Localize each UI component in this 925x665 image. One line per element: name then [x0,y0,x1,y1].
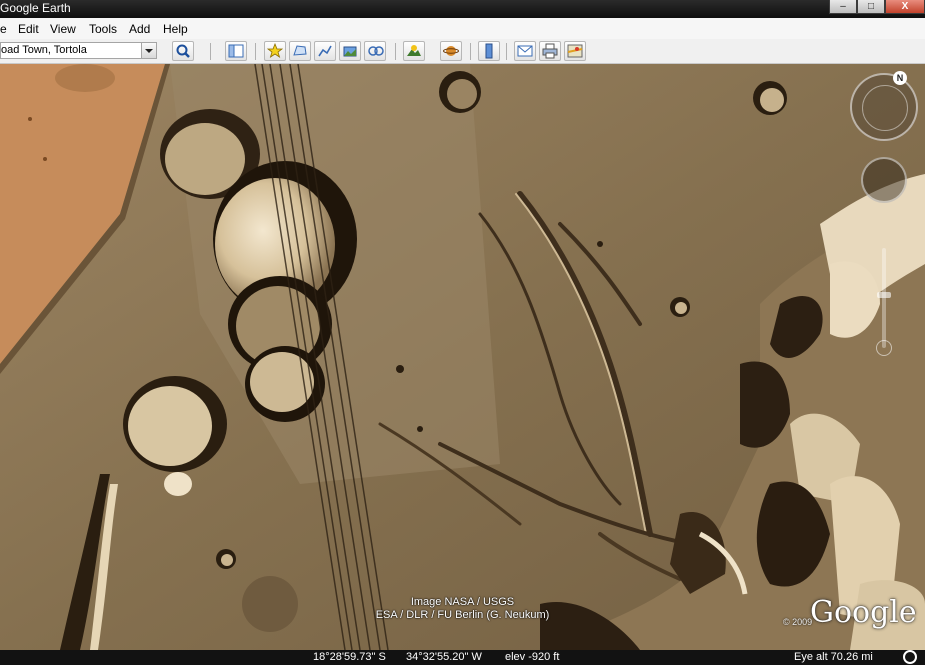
record-tour-icon [368,46,384,56]
title-bar: Google Earth – □ X [0,0,925,18]
compass-north-icon[interactable]: N [893,71,907,85]
toolbar-divider [395,43,396,60]
close-button[interactable]: X [885,0,925,14]
copyright-text: © 2009 [783,617,813,627]
add-polygon-button[interactable] [289,41,311,61]
print-icon [542,43,558,59]
zoom-out-button[interactable] [876,340,892,356]
ruler-button[interactable] [478,41,500,61]
menu-bar: e Edit View Tools Add Help [0,18,925,40]
search-dropdown-button[interactable] [141,43,156,58]
longitude-readout: 34°32'55.20" W [406,651,482,663]
mars-terrain[interactable] [0,64,925,650]
window-controls: – □ X [829,0,925,14]
google-logo: Google [810,595,917,630]
chevron-down-icon [145,49,153,53]
menu-view[interactable]: View [50,22,76,36]
navigation-ring[interactable] [850,73,918,141]
menu-edit[interactable]: Edit [18,22,39,36]
menu-file[interactable]: e [0,22,7,36]
sidebar-toggle-button[interactable] [225,41,247,61]
email-icon [517,45,533,57]
maximize-button[interactable]: □ [857,0,885,14]
sunlight-icon [407,45,421,56]
placemark-icon [267,43,283,58]
add-image-overlay-button[interactable] [339,41,361,61]
planets-button[interactable] [440,41,462,61]
ruler-icon [485,43,493,59]
add-placemark-button[interactable] [264,41,286,61]
search-value: oad Town, Tortola [1,44,87,56]
status-bar: 18°28'59.73" S 34°32'55.20" W elev -920 … [0,650,925,665]
move-joystick[interactable] [861,157,907,203]
navigation-ring-inner[interactable] [862,85,908,131]
menu-help[interactable]: Help [163,22,188,36]
print-button[interactable] [539,41,561,61]
toolbar-divider [210,43,211,60]
streaming-indicator-icon [903,650,917,664]
toolbar-divider [255,43,256,60]
record-tour-button[interactable] [364,41,386,61]
image-overlay-icon [343,46,357,57]
search-button[interactable] [172,41,194,61]
elevation-readout: elev -920 ft [505,651,560,663]
add-path-button[interactable] [314,41,336,61]
toolbar-divider [506,43,507,60]
latitude-readout: 18°28'59.73" S [313,651,386,663]
attribution-line-1: Image NASA / USGS [410,596,515,608]
email-button[interactable] [514,41,536,61]
minimize-button[interactable]: – [829,0,857,14]
search-icon [176,44,190,58]
map-view[interactable]: Image NASA / USGS ESA / DLR / FU Berlin … [0,64,925,650]
view-in-maps-button[interactable] [564,41,586,61]
menu-add[interactable]: Add [129,22,150,36]
zoom-slider-thumb[interactable] [877,292,891,298]
toolbar: oad Town, Tortola [0,39,925,64]
path-icon [318,45,332,57]
sunlight-button[interactable] [403,41,425,61]
view-in-maps-icon [567,44,583,58]
polygon-icon [293,45,307,56]
toolbar-divider [470,43,471,60]
zoom-slider[interactable] [882,248,886,348]
planets-icon [443,46,459,56]
eye-altitude-readout: Eye alt 70.26 mi [794,651,873,663]
window-title: Google Earth [0,1,71,15]
menu-tools[interactable]: Tools [89,22,117,36]
sidebar-toggle-icon [228,44,244,58]
search-input[interactable]: oad Town, Tortola [0,42,157,59]
